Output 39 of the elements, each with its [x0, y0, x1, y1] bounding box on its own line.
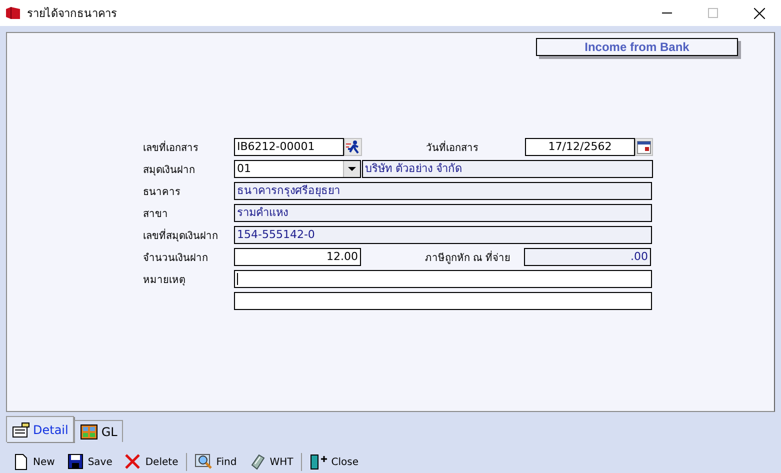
field-label: เลขที่สมุดเงินฝาก — [143, 228, 219, 242]
window-title: รายได้จากธนาคาร — [27, 6, 117, 22]
cross-icon — [124, 454, 142, 470]
grid-icon — [80, 424, 98, 440]
runner-icon — [346, 140, 360, 154]
folder-icon — [5, 6, 21, 20]
field-label: วันที่เอกสาร — [426, 140, 479, 154]
text-field[interactable] — [234, 292, 652, 310]
lookup-button[interactable] — [344, 138, 362, 156]
field-label: เลขที่เอกสาร — [143, 140, 199, 154]
dropdown-arrow-icon — [348, 167, 356, 171]
close-icon[interactable] — [754, 8, 765, 18]
toolbar-button[interactable]: New — [6, 452, 61, 472]
toolbar-button[interactable]: Save — [60, 452, 118, 472]
toolbar-button[interactable]: Find — [189, 452, 243, 472]
document-icon — [12, 454, 30, 470]
amount-field[interactable]: 12.00 — [234, 248, 361, 266]
field-label: สาขา — [143, 208, 169, 220]
calendar-icon — [637, 140, 651, 154]
toolbar-button[interactable]: WHT — [242, 452, 300, 472]
field-label: จำนวนเงินฝาก — [143, 252, 209, 264]
text-field[interactable]: IB6212-00001 — [234, 138, 344, 156]
date-field[interactable]: 17/12/2562 — [525, 138, 635, 156]
magnifier-icon — [195, 454, 214, 470]
tab[interactable]: Detail — [6, 416, 74, 442]
field-label: ภาษีถูกหัก ณ ที่จ่าย — [425, 250, 512, 264]
toolbar-button[interactable]: Close — [304, 452, 364, 472]
door-icon — [310, 454, 328, 470]
toolbar-button[interactable]: Delete — [118, 452, 184, 472]
account-dropdown[interactable]: 01 — [234, 160, 361, 178]
tab[interactable]: GL — [74, 420, 124, 442]
amount-field: .00 — [524, 248, 651, 266]
field-label: สมุดเงินฝาก — [143, 164, 196, 176]
field-label: ธนาคาร — [143, 186, 181, 198]
calendar-button[interactable] — [635, 138, 653, 156]
form-title: Income from Bank — [536, 38, 738, 56]
form-icon — [12, 422, 30, 438]
text-field[interactable] — [234, 270, 652, 288]
field-label: หมายเหตุ — [143, 274, 186, 286]
